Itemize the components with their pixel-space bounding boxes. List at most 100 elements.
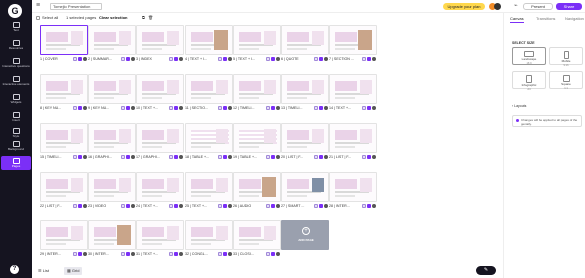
page-card[interactable]: 1 | COVER <box>40 25 88 62</box>
page-thumbnail[interactable] <box>233 123 281 153</box>
duplicate-icon[interactable]: ⧉ <box>142 15 145 21</box>
page-thumbnail[interactable] <box>233 74 281 104</box>
page-card[interactable]: 16 | GRAPHI... <box>88 123 136 160</box>
sidebar-item-text[interactable]: Text <box>1 22 31 33</box>
size-option-mobile[interactable]: Mobile 9:16 <box>549 47 583 67</box>
page-settings-icon[interactable] <box>73 252 77 256</box>
page-duplicate-icon[interactable] <box>271 57 275 61</box>
page-duplicate-icon[interactable] <box>271 204 275 208</box>
clear-selection-button[interactable]: Clear selection <box>99 15 127 21</box>
page-settings-icon[interactable] <box>169 252 173 256</box>
page-duplicate-icon[interactable] <box>78 155 82 159</box>
page-thumbnail[interactable] <box>281 25 329 55</box>
page-card[interactable]: 5 | TEXT + I... <box>233 25 281 62</box>
page-thumbnail[interactable] <box>40 220 88 250</box>
present-button[interactable]: Present <box>523 3 553 10</box>
page-card[interactable]: 7 | SECTION ... <box>329 25 377 62</box>
page-more-icon[interactable] <box>276 155 280 159</box>
page-more-icon[interactable] <box>83 155 87 159</box>
page-card[interactable]: 11 | SECTIO... <box>185 74 233 111</box>
page-card[interactable]: 18 | TABLE +... <box>185 123 233 160</box>
page-thumbnail[interactable] <box>88 123 136 153</box>
avatar[interactable] <box>494 3 501 10</box>
page-settings-icon[interactable] <box>314 204 318 208</box>
page-card[interactable]: 33 | CLOSI... <box>233 220 281 257</box>
page-settings-icon[interactable] <box>314 57 318 61</box>
page-duplicate-icon[interactable] <box>367 106 371 110</box>
page-duplicate-icon[interactable] <box>78 106 82 110</box>
select-all-label[interactable]: Select all <box>42 15 58 21</box>
page-settings-icon[interactable] <box>362 57 366 61</box>
menu-icon[interactable]: ≡ <box>36 2 40 9</box>
page-more-icon[interactable] <box>179 204 183 208</box>
page-thumbnail[interactable] <box>233 172 281 202</box>
select-all-checkbox[interactable] <box>36 16 40 20</box>
page-thumbnail[interactable] <box>185 123 233 153</box>
page-thumbnail[interactable] <box>88 220 136 250</box>
page-more-icon[interactable] <box>179 106 183 110</box>
page-duplicate-icon[interactable] <box>174 155 178 159</box>
page-duplicate-icon[interactable] <box>319 57 323 61</box>
page-thumbnail[interactable] <box>40 74 88 104</box>
page-more-icon[interactable] <box>228 155 232 159</box>
page-settings-icon[interactable] <box>169 204 173 208</box>
analytics-icon[interactable]: ⌁ <box>514 2 518 9</box>
page-duplicate-icon[interactable] <box>174 252 178 256</box>
page-card[interactable]: 19 | TABLE +... <box>233 123 281 160</box>
page-thumbnail[interactable] <box>136 220 184 250</box>
page-card[interactable]: 31 | TEXT +... <box>136 220 184 257</box>
page-thumbnail[interactable] <box>281 123 329 153</box>
page-more-icon[interactable] <box>372 204 376 208</box>
page-duplicate-icon[interactable] <box>78 252 82 256</box>
page-card[interactable]: 12 | TIMELI... <box>233 74 281 111</box>
page-duplicate-icon[interactable] <box>223 57 227 61</box>
page-more-icon[interactable] <box>83 252 87 256</box>
page-more-icon[interactable] <box>83 57 87 61</box>
page-more-icon[interactable] <box>276 204 280 208</box>
page-more-icon[interactable] <box>131 204 135 208</box>
page-duplicate-icon[interactable] <box>78 204 82 208</box>
size-option-square[interactable]: Square 1:1 <box>549 71 583 90</box>
page-card[interactable]: 8 | KEY NU... <box>40 74 88 111</box>
page-more-icon[interactable] <box>228 106 232 110</box>
page-duplicate-icon[interactable] <box>126 252 130 256</box>
page-duplicate-icon[interactable] <box>367 204 371 208</box>
page-thumbnail[interactable] <box>136 123 184 153</box>
page-card[interactable]: 28 | INTER... <box>329 172 377 209</box>
upgrade-button[interactable]: Upgrade your plan <box>443 3 485 10</box>
page-thumbnail[interactable] <box>88 25 136 55</box>
page-settings-icon[interactable] <box>218 155 222 159</box>
page-duplicate-icon[interactable] <box>367 57 371 61</box>
page-settings-icon[interactable] <box>362 204 366 208</box>
page-more-icon[interactable] <box>372 106 376 110</box>
page-duplicate-icon[interactable] <box>223 204 227 208</box>
page-duplicate-icon[interactable] <box>319 106 323 110</box>
page-more-icon[interactable] <box>179 57 183 61</box>
sidebar-item-pages[interactable]: Pages <box>1 156 31 170</box>
page-card[interactable]: 29 | INTER... <box>40 220 88 257</box>
size-option-infographic[interactable]: Infographic A4 <box>512 71 546 91</box>
edit-mode-button[interactable]: ✎ <box>476 266 496 275</box>
page-more-icon[interactable] <box>131 106 135 110</box>
page-settings-icon[interactable] <box>314 106 318 110</box>
page-more-icon[interactable] <box>228 204 232 208</box>
page-thumbnail[interactable] <box>185 25 233 55</box>
add-page-button[interactable]: + ADD PAGE <box>281 220 329 250</box>
page-thumbnail[interactable] <box>329 123 377 153</box>
page-more-icon[interactable] <box>83 204 87 208</box>
page-thumbnail[interactable] <box>40 172 88 202</box>
page-settings-icon[interactable] <box>218 252 222 256</box>
layouts-toggle[interactable]: › Layouts <box>512 104 526 108</box>
page-more-icon[interactable] <box>372 57 376 61</box>
page-card[interactable]: 30 | INTER... <box>88 220 136 257</box>
page-more-icon[interactable] <box>83 106 87 110</box>
page-more-icon[interactable] <box>324 57 328 61</box>
page-thumbnail[interactable] <box>136 74 184 104</box>
presentation-title-input[interactable]: Tomejlo Presentation <box>50 3 102 10</box>
sidebar-item-background[interactable]: Background <box>1 141 31 152</box>
page-settings-icon[interactable] <box>121 155 125 159</box>
page-card[interactable]: 10 | TEXT +... <box>136 74 184 111</box>
page-settings-icon[interactable] <box>73 155 77 159</box>
page-thumbnail[interactable] <box>40 25 88 55</box>
page-settings-icon[interactable] <box>314 155 318 159</box>
